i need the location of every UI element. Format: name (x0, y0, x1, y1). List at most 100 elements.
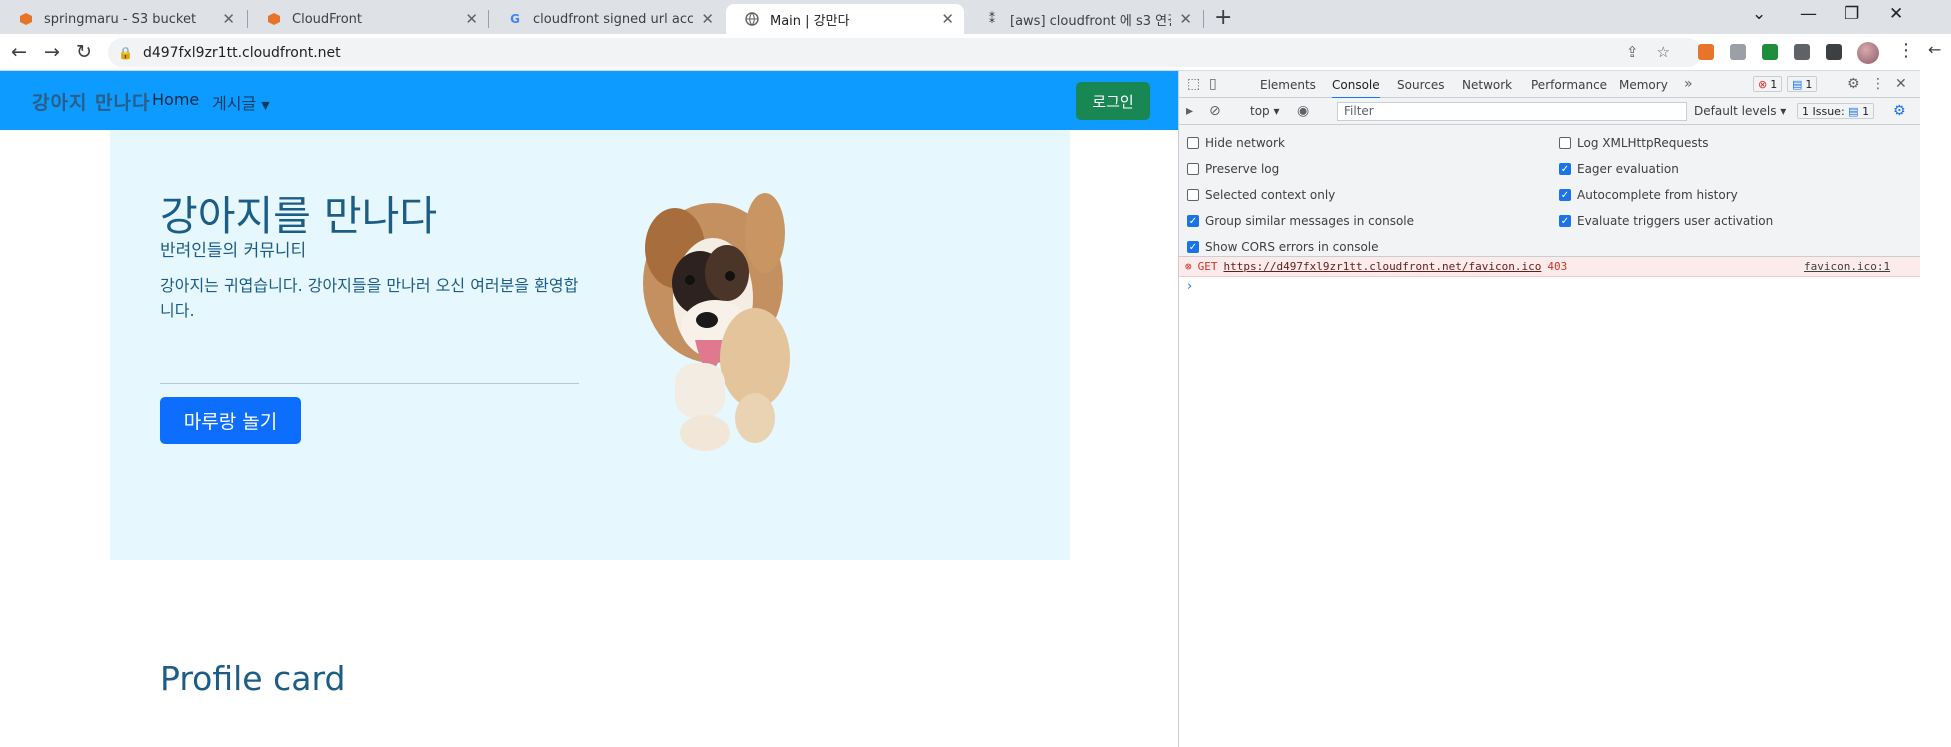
checkbox[interactable] (1187, 189, 1199, 201)
error-icon: ⊗ (1758, 77, 1768, 91)
browser-tab-tistory[interactable]: ⁑ [aws] cloudfront 에 s3 연결 후 a ✕ (966, 4, 1202, 34)
globe-icon (744, 11, 760, 27)
gear-icon[interactable]: ⚙ (1847, 76, 1860, 92)
checkbox[interactable] (1187, 137, 1199, 149)
tab-title: cloudfront signed url access de (533, 11, 694, 27)
tab-memory[interactable]: Memory (1619, 78, 1668, 92)
play-with-maru-button[interactable]: 마루랑 놀기 (160, 397, 301, 444)
tab-search-icon[interactable]: ⌄ (1752, 4, 1766, 24)
tab-sources[interactable]: Sources (1397, 78, 1444, 92)
checkbox[interactable]: ✓ (1559, 215, 1571, 227)
autocomplete-option[interactable]: ✓ Autocomplete from history (1559, 188, 1738, 202)
menu-icon[interactable]: ⋮ (1897, 40, 1915, 61)
tab-separator (1203, 10, 1204, 28)
error-status: 403 (1547, 260, 1568, 273)
tab-title: Main | 강만다 (770, 13, 850, 29)
devtools-menu-icon[interactable]: ⋮ (1871, 76, 1885, 92)
error-icon: ⊗ (1185, 260, 1192, 273)
nav-posts-dropdown[interactable]: 게시글 ▼ (212, 90, 270, 114)
minimize-icon[interactable]: — (1800, 4, 1817, 24)
side-panel-arrow-icon[interactable]: ← (1928, 40, 1941, 59)
eye-icon[interactable]: ◉ (1297, 103, 1309, 119)
browser-tab-google[interactable]: G cloudfront signed url access de ✕ (489, 4, 724, 34)
error-count-badge[interactable]: ⊗ 1 (1753, 76, 1783, 92)
window-close-icon[interactable]: ✕ (1889, 4, 1903, 24)
message-icon: ▤ (1792, 77, 1803, 91)
evaluate-triggers-option[interactable]: ✓ Evaluate triggers user activation (1559, 214, 1773, 228)
preserve-log-option[interactable]: Preserve log (1187, 162, 1279, 176)
eager-evaluation-option[interactable]: ✓ Eager evaluation (1559, 162, 1679, 176)
avatar[interactable] (1857, 42, 1879, 64)
tab-elements[interactable]: Elements (1260, 78, 1316, 92)
console-settings-pane: Hide network Preserve log Selected conte… (1179, 125, 1921, 257)
cast-icon[interactable] (1730, 44, 1746, 60)
site-logo[interactable]: 강아지 만나다 (32, 88, 151, 115)
extension-icon[interactable] (1698, 44, 1714, 60)
forward-icon[interactable]: → (44, 41, 60, 63)
console-prompt-icon[interactable]: › (1187, 279, 1192, 294)
error-url-link[interactable]: https://d497fxl9zr1tt.cloudfront.net/fav… (1224, 260, 1542, 273)
tab-performance[interactable]: Performance (1531, 78, 1607, 92)
clear-console-icon[interactable]: ⊘ (1209, 103, 1221, 119)
puzzle-icon[interactable] (1794, 44, 1810, 60)
close-icon[interactable]: ✕ (222, 10, 235, 28)
profile-card-title: Profile card (160, 659, 346, 698)
url-field[interactable]: 🔒 d497fxl9zr1tt.cloudfront.net ⇪☆ (108, 38, 1702, 67)
back-icon[interactable]: ← (11, 41, 27, 63)
log-xhr-option[interactable]: Log XMLHttpRequests (1559, 136, 1709, 150)
filter-input[interactable]: Filter (1337, 102, 1687, 121)
hide-network-option[interactable]: Hide network (1187, 136, 1285, 150)
close-devtools-icon[interactable]: ✕ (1895, 76, 1907, 92)
aws-icon (266, 11, 282, 27)
tab-network[interactable]: Network (1462, 78, 1512, 92)
selected-context-option[interactable]: Selected context only (1187, 188, 1335, 202)
checkbox[interactable] (1559, 137, 1571, 149)
extension-icon[interactable] (1762, 44, 1778, 60)
close-icon[interactable]: ✕ (941, 10, 954, 28)
checkbox[interactable]: ✓ (1559, 163, 1571, 175)
reload-icon[interactable]: ↻ (76, 41, 92, 63)
more-tabs-icon[interactable]: » (1684, 76, 1693, 92)
checkbox[interactable] (1187, 163, 1199, 175)
close-icon[interactable]: ✕ (701, 10, 714, 28)
caret-down-icon: ▼ (261, 99, 270, 112)
checkbox[interactable]: ✓ (1187, 241, 1199, 253)
show-cors-option[interactable]: ✓ Show CORS errors in console (1187, 240, 1379, 254)
checkbox[interactable]: ✓ (1559, 189, 1571, 201)
error-source-link[interactable]: favicon.ico:1 (1804, 260, 1890, 273)
issues-badge[interactable]: 1 Issue: ▤ 1 (1797, 103, 1875, 119)
tab-title: CloudFront (292, 11, 363, 27)
google-icon: G (510, 12, 520, 26)
tab-console[interactable]: Console (1332, 78, 1380, 99)
browser-tab-main[interactable]: Main | 강만다 ✕ (726, 4, 964, 34)
tab-strip: springmaru - S3 bucket ✕ CloudFront ✕ G … (0, 0, 1951, 34)
console-error-row: ⊗ GET https://d497fxl9zr1tt.cloudfront.n… (1179, 257, 1921, 277)
browser-tab-s3[interactable]: springmaru - S3 bucket ✕ (0, 4, 245, 34)
devtools-tab-bar: ⬚ ▯ Elements Console Sources Network Per… (1179, 71, 1921, 99)
close-icon[interactable]: ✕ (1179, 10, 1192, 28)
console-settings-icon[interactable]: ⚙ (1893, 103, 1906, 119)
address-bar-row: ← → ↻ 🔒 d497fxl9zr1tt.cloudfront.net ⇪☆ … (0, 34, 1951, 71)
error-method: GET (1197, 260, 1218, 273)
inspect-icon[interactable]: ⬚ (1187, 76, 1200, 92)
checkbox[interactable]: ✓ (1187, 215, 1199, 227)
log-levels-dropdown[interactable]: Default levels ▾ (1694, 104, 1786, 118)
divider (160, 383, 579, 384)
group-similar-option[interactable]: ✓ Group similar messages in console (1187, 214, 1414, 228)
login-button[interactable]: 로그인 (1076, 82, 1150, 120)
tab-title: springmaru - S3 bucket (44, 11, 197, 27)
dog-image (643, 193, 790, 451)
share-icon[interactable]: ⇪ (1626, 43, 1657, 61)
close-icon[interactable]: ✕ (465, 10, 478, 28)
browser-tab-cloudfront[interactable]: CloudFront ✕ (248, 4, 488, 34)
new-tab-icon[interactable]: + (1214, 5, 1232, 30)
reading-list-icon[interactable] (1826, 44, 1842, 60)
bookmark-star-icon[interactable]: ☆ (1657, 43, 1688, 61)
message-count-badge[interactable]: ▤ 1 (1787, 76, 1818, 92)
sidebar-toggle-icon[interactable]: ▸ (1186, 103, 1193, 119)
lock-icon: 🔒 (118, 45, 133, 60)
device-toggle-icon[interactable]: ▯ (1209, 76, 1217, 92)
nav-home-link[interactable]: Home (152, 90, 199, 109)
restore-icon[interactable]: ❐ (1844, 4, 1859, 24)
context-selector[interactable]: top ▾ (1250, 104, 1280, 118)
